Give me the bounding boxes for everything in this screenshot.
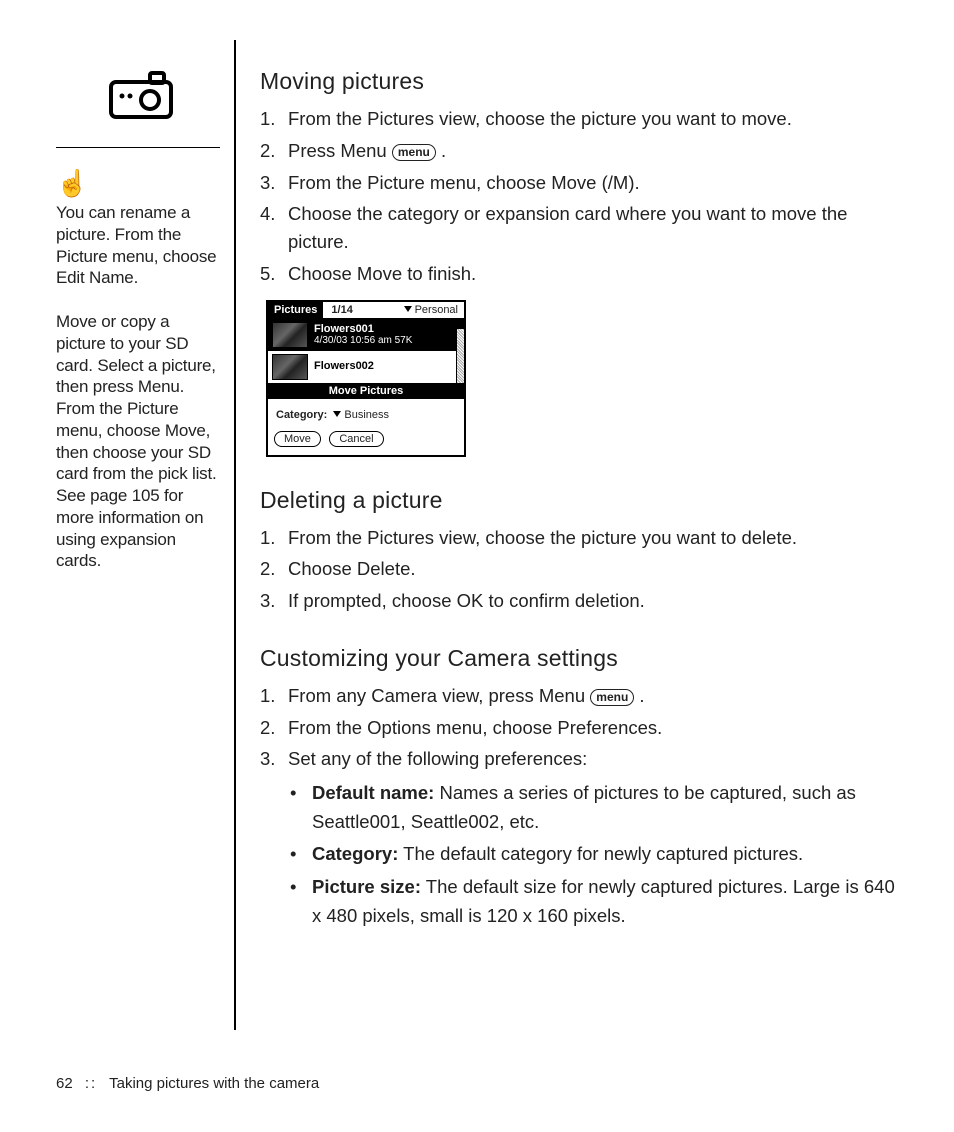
move-pictures-screenshot: Pictures 1/14 Personal Flowers0014/30/03… (266, 300, 466, 457)
footer-separator: :: (85, 1075, 97, 1092)
scrollbar[interactable] (456, 319, 464, 383)
steps-moving-pictures: 1.From the Pictures view, choose the pic… (260, 105, 902, 288)
chapter-title: Taking pictures with the camera (109, 1075, 319, 1092)
step-text: From the Pictures view, choose the pictu… (288, 105, 902, 133)
step-text: From the Options menu, choose Preference… (288, 714, 902, 742)
step-text: If prompted, choose OK to confirm deleti… (288, 587, 902, 615)
category-dropdown[interactable]: Business (330, 409, 389, 421)
step-text: Press Menu menu . (288, 137, 902, 165)
dialog-title: Move Pictures (268, 383, 464, 399)
main-content: Moving pictures 1.From the Pictures view… (236, 40, 902, 1030)
list-item[interactable]: Flowers002 (268, 351, 456, 383)
tip-hand-icon: ☝ (56, 170, 220, 196)
step-text: Choose Delete. (288, 555, 902, 583)
step-text: Set any of the following preferences: (288, 745, 902, 773)
pref-default-name: Default name: Names a series of pictures… (312, 779, 902, 836)
category-label: Category: (276, 409, 327, 421)
step-text: Choose the category or expansion card wh… (288, 200, 902, 256)
thumbnail-icon (272, 354, 308, 380)
move-button[interactable]: Move (274, 431, 321, 447)
pref-picture-size: Picture size: The default size for newly… (312, 873, 902, 930)
cancel-button[interactable]: Cancel (329, 431, 383, 447)
tip-move-sd-text: Move or copy a picture to your SD card. … (56, 311, 220, 572)
sidebar-divider (56, 147, 220, 148)
step-text: From any Camera view, press Menu menu . (288, 682, 902, 710)
preference-list: •Default name: Names a series of picture… (260, 779, 902, 930)
page-footer: 62 :: Taking pictures with the camera (56, 1075, 319, 1092)
shot-count: 1/14 (323, 302, 360, 318)
pref-category: Category: The default category for newly… (312, 840, 902, 869)
step-text: Choose Move to finish. (288, 260, 902, 288)
step-text: From the Picture menu, choose Move (/M). (288, 169, 902, 197)
heading-customizing-camera: Customizing your Camera settings (260, 645, 902, 672)
shot-category-dropdown[interactable]: Personal (398, 302, 464, 318)
steps-customizing-camera: 1.From any Camera view, press Menu menu … (260, 682, 902, 773)
steps-deleting-picture: 1.From the Pictures view, choose the pic… (260, 524, 902, 615)
shot-title: Pictures (268, 302, 323, 318)
thumbnail-icon (272, 322, 308, 348)
list-item[interactable]: Flowers0014/30/03 10:56 am 57K (268, 319, 456, 351)
tip-rename-text: You can rename a picture. From the Pictu… (56, 202, 220, 289)
sidebar: ☝ You can rename a picture. From the Pic… (56, 40, 234, 1030)
heading-moving-pictures: Moving pictures (260, 68, 902, 95)
heading-deleting-picture: Deleting a picture (260, 487, 902, 514)
menu-key-icon: menu (392, 144, 436, 161)
page-number: 62 (56, 1075, 73, 1092)
camera-icon (108, 70, 220, 125)
step-text: From the Pictures view, choose the pictu… (288, 524, 902, 552)
menu-key-icon: menu (590, 689, 634, 706)
